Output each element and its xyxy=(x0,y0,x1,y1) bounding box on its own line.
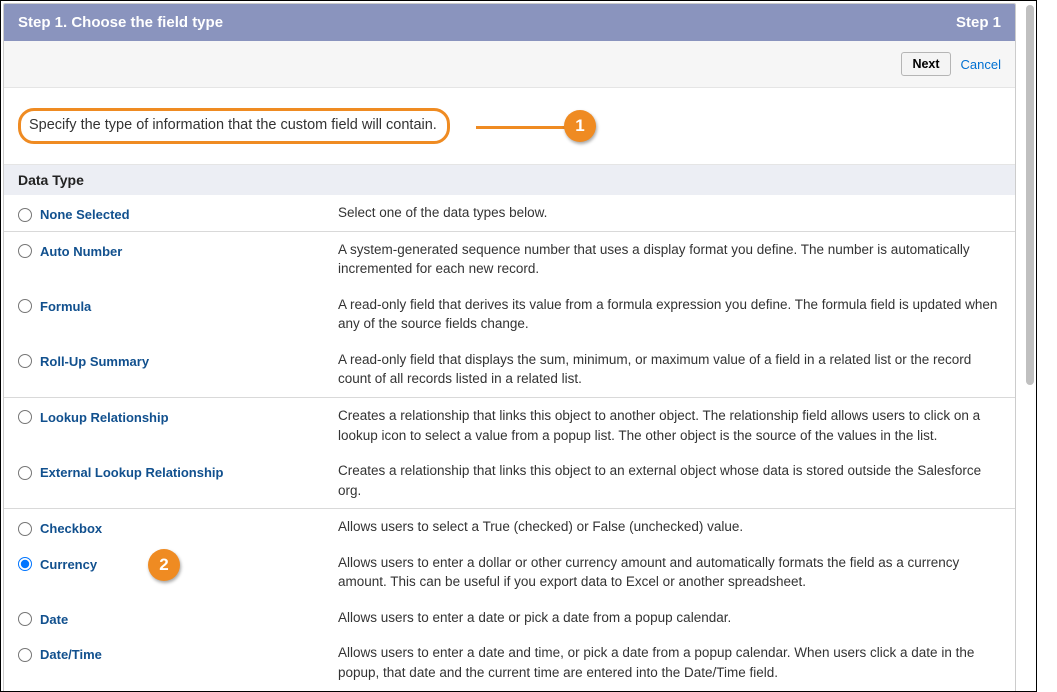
data-type-description: Select one of the data types below. xyxy=(338,203,1001,223)
data-type-description: Allows users to enter a date and time, o… xyxy=(338,643,1001,682)
instruction-text: Specify the type of information that the… xyxy=(29,117,437,133)
data-type-label[interactable]: None Selected xyxy=(40,207,130,222)
instruction-row: Specify the type of information that the… xyxy=(4,88,1015,165)
data-type-radio[interactable] xyxy=(18,557,32,571)
data-type-row: Checkbox Allows users to select a True (c… xyxy=(4,509,1015,545)
data-type-option: Roll-Up Summary xyxy=(18,350,338,369)
top-actions-bar: Next Cancel xyxy=(4,41,1015,88)
data-type-group: None Selected Select one of the data type… xyxy=(4,195,1015,232)
data-type-option: None Selected xyxy=(18,203,338,222)
cancel-link[interactable]: Cancel xyxy=(961,57,1001,72)
data-type-row: Date Allows users to enter a date or pick… xyxy=(4,600,1015,636)
data-type-row: Auto Number A system-generated sequence n… xyxy=(4,232,1015,287)
data-type-description: A read-only field that displays the sum,… xyxy=(338,350,1001,389)
data-type-row: Roll-Up Summary A read-only field that di… xyxy=(4,342,1015,397)
data-type-description: Creates a relationship that links this o… xyxy=(338,461,1001,500)
step-header: Step 1. Choose the field type Step 1 xyxy=(4,4,1015,41)
data-type-row: Lookup Relationship Creates a relationshi… xyxy=(4,398,1015,453)
data-type-radio[interactable] xyxy=(18,410,32,424)
data-type-group: Checkbox Allows users to select a True (c… xyxy=(4,509,1015,691)
data-type-radio[interactable] xyxy=(18,648,32,662)
data-type-section-header: Data Type xyxy=(4,165,1015,195)
data-type-group: Auto Number A system-generated sequence n… xyxy=(4,232,1015,398)
data-type-option: Currency2 xyxy=(18,553,338,572)
data-type-description: A system-generated sequence number that … xyxy=(338,240,1001,279)
data-type-option: Date xyxy=(18,608,338,627)
data-type-description: Allows users to enter a date or pick a d… xyxy=(338,608,1001,628)
callout-1-connector xyxy=(476,126,568,129)
data-type-label[interactable]: External Lookup Relationship xyxy=(40,465,223,480)
data-type-row: Formula A read-only field that derives it… xyxy=(4,287,1015,342)
data-type-label[interactable]: Checkbox xyxy=(40,521,102,536)
data-type-option: Date/Time xyxy=(18,643,338,662)
data-type-radio[interactable] xyxy=(18,244,32,258)
step-title-left: Step 1. Choose the field type xyxy=(18,14,223,31)
callout-1-badge: 1 xyxy=(564,110,596,142)
data-type-group: Lookup Relationship Creates a relationshi… xyxy=(4,398,1015,509)
data-type-label[interactable]: Date xyxy=(40,612,68,627)
data-type-radio[interactable] xyxy=(18,466,32,480)
scrollbar-thumb[interactable] xyxy=(1026,5,1034,385)
data-type-option: External Lookup Relationship xyxy=(18,461,338,480)
data-type-radio[interactable] xyxy=(18,522,32,536)
instruction-box: Specify the type of information that the… xyxy=(18,108,450,144)
data-type-option: Formula xyxy=(18,295,338,314)
data-type-label[interactable]: Formula xyxy=(40,299,91,314)
callout-2-badge: 2 xyxy=(148,549,180,581)
data-type-option: Checkbox xyxy=(18,517,338,536)
page-container: Step 1. Choose the field type Step 1 Nex… xyxy=(3,3,1016,692)
data-type-radio[interactable] xyxy=(18,208,32,222)
data-type-radio[interactable] xyxy=(18,299,32,313)
data-type-radio[interactable] xyxy=(18,354,32,368)
data-type-row: External Lookup Relationship Creates a re… xyxy=(4,453,1015,508)
data-type-description: A read-only field that derives its value… xyxy=(338,295,1001,334)
data-type-description: Creates a relationship that links this o… xyxy=(338,406,1001,445)
data-type-label[interactable]: Lookup Relationship xyxy=(40,410,169,425)
data-type-label[interactable]: Date/Time xyxy=(40,647,102,662)
data-type-label[interactable]: Roll-Up Summary xyxy=(40,354,149,369)
data-type-description: Allows users to enter a dollar or other … xyxy=(338,553,1001,592)
data-type-label[interactable]: Auto Number xyxy=(40,244,122,259)
data-type-row: None Selected Select one of the data type… xyxy=(4,195,1015,231)
data-type-radio[interactable] xyxy=(18,612,32,626)
data-type-label[interactable]: Currency xyxy=(40,557,97,572)
data-type-option: Auto Number xyxy=(18,240,338,259)
data-type-row: Currency2Allows users to enter a dollar … xyxy=(4,545,1015,600)
data-type-groups: None Selected Select one of the data type… xyxy=(4,195,1015,692)
data-type-option: Lookup Relationship xyxy=(18,406,338,425)
next-button[interactable]: Next xyxy=(901,52,950,76)
step-title-right: Step 1 xyxy=(956,14,1001,31)
window-frame: Step 1. Choose the field type Step 1 Nex… xyxy=(0,0,1037,692)
data-type-row: Date/Time Allows users to enter a date an… xyxy=(4,635,1015,690)
data-type-description: Allows users to select a True (checked) … xyxy=(338,517,1001,537)
scrollbar-track[interactable] xyxy=(1024,5,1036,687)
